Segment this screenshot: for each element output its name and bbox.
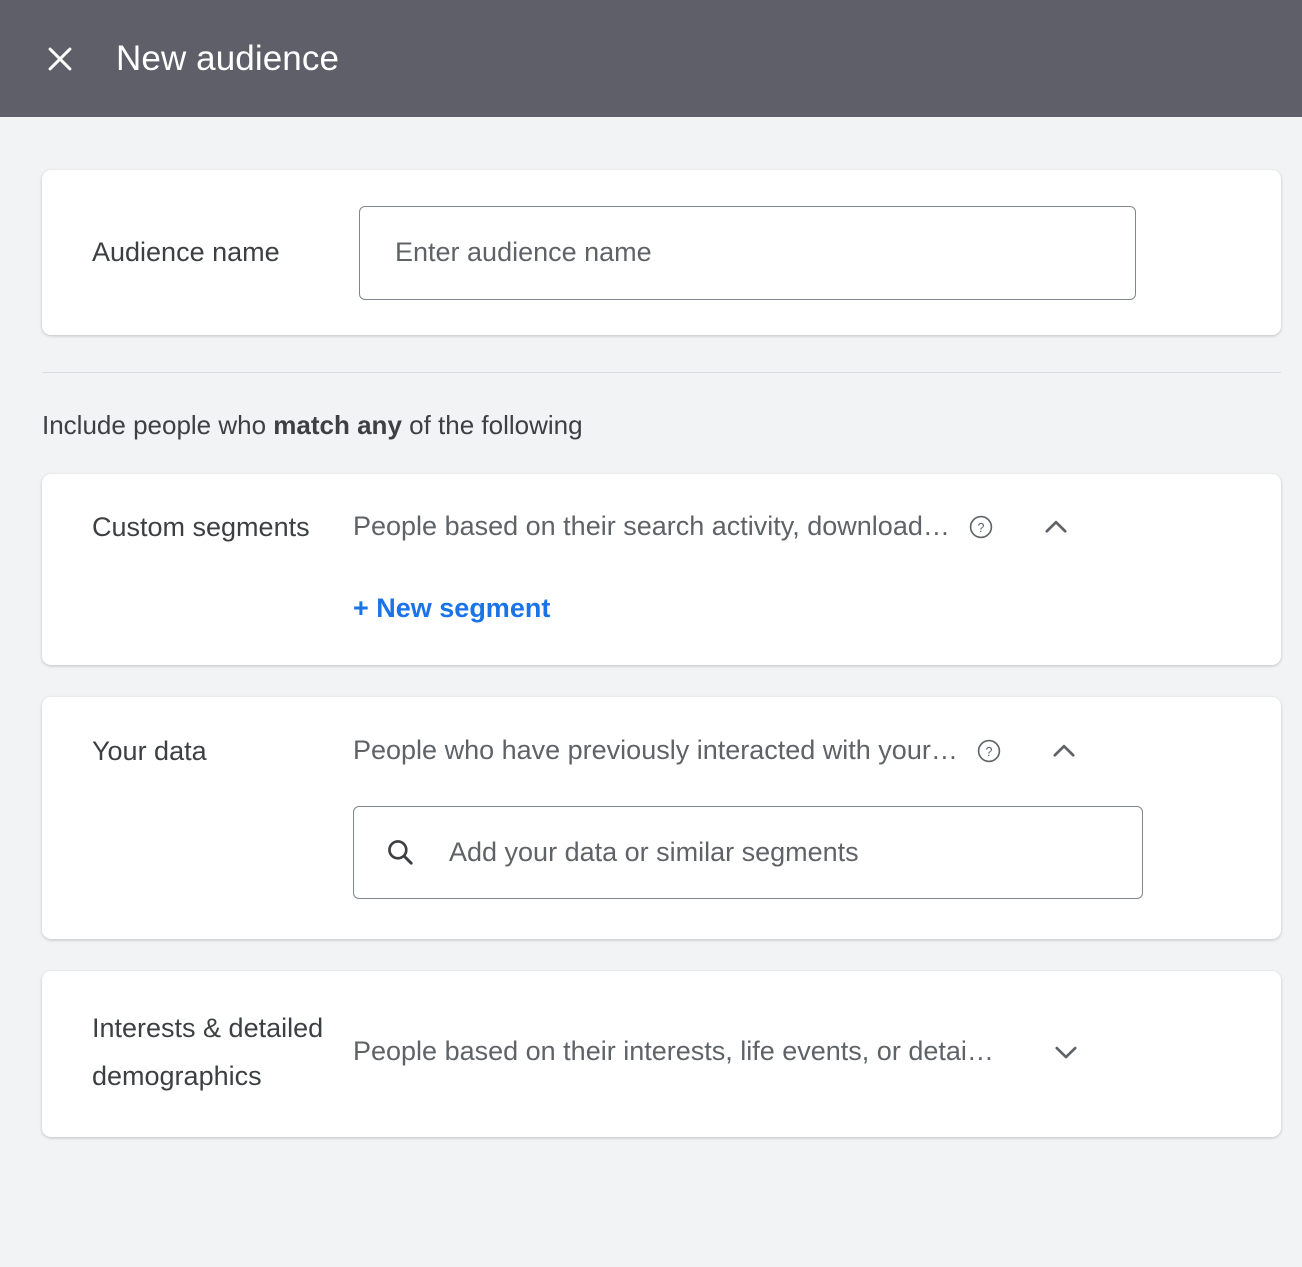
audience-name-card: Audience name Enter audience name: [42, 170, 1281, 335]
audience-name-input[interactable]: Enter audience name: [359, 206, 1136, 300]
new-segment-link[interactable]: + New segment: [353, 595, 550, 622]
chevron-down-icon[interactable]: [1049, 1035, 1083, 1069]
section-desc-row: People based on their interests, life ev…: [353, 1028, 1281, 1076]
section-description-your-data: People who have previously interacted wi…: [353, 734, 958, 766]
section-header-row: Custom segments People based on their se…: [42, 503, 1281, 622]
section-body-custom-segments: People based on their search activity, d…: [353, 503, 1281, 622]
section-header-row: Interests & detailed demographics People…: [42, 1004, 1281, 1100]
section-divider: [42, 372, 1281, 373]
section-desc-row: People based on their search activity, d…: [353, 503, 1281, 551]
help-circle-icon[interactable]: ?: [976, 738, 1002, 764]
spacer: [42, 899, 1281, 939]
help-circle-icon[interactable]: ?: [968, 514, 994, 540]
svg-text:?: ?: [985, 744, 992, 758]
svg-text:?: ?: [977, 520, 984, 534]
spacer: [42, 474, 1281, 503]
section-title-custom-segments: Custom segments: [92, 503, 353, 551]
new-audience-dialog: New audience Audience name Enter audienc…: [0, 0, 1302, 1267]
section-description-custom-segments: People based on their search activity, d…: [353, 510, 950, 542]
match-rule-emphasis: match any: [273, 410, 402, 440]
your-data-search-placeholder: Add your data or similar segments: [449, 839, 859, 866]
dialog-header: New audience: [0, 0, 1302, 117]
match-rule-text: Include people who match any of the foll…: [42, 409, 1302, 442]
section-custom-segments[interactable]: Custom segments People based on their se…: [42, 474, 1281, 665]
chevron-up-icon[interactable]: [1039, 510, 1073, 544]
section-body-your-data: People who have previously interacted wi…: [353, 727, 1281, 899]
section-interests-demographics[interactable]: Interests & detailed demographics People…: [42, 971, 1281, 1137]
section-header-row: Your data People who have previously int…: [42, 727, 1281, 899]
chevron-up-icon[interactable]: [1047, 734, 1081, 768]
audience-name-label: Audience name: [92, 236, 359, 270]
page-title: New audience: [116, 41, 339, 76]
your-data-search-input[interactable]: Add your data or similar segments: [353, 806, 1143, 899]
spacer: [42, 697, 1281, 727]
audience-name-placeholder: Enter audience name: [395, 239, 652, 266]
section-body-interests-demographics: People based on their interests, life ev…: [353, 1028, 1281, 1076]
match-rule-prefix: Include people who: [42, 410, 273, 440]
spacer: [42, 1100, 1281, 1137]
section-title-interests-demographics: Interests & detailed demographics: [92, 1004, 353, 1100]
match-rule-suffix: of the following: [402, 410, 583, 440]
section-your-data[interactable]: Your data People who have previously int…: [42, 697, 1281, 939]
section-desc-row: People who have previously interacted wi…: [353, 727, 1281, 775]
search-icon: [384, 836, 416, 868]
close-button[interactable]: [38, 37, 82, 81]
close-icon: [43, 42, 77, 76]
section-title-your-data: Your data: [92, 727, 353, 775]
dialog-body: Audience name Enter audience name Includ…: [0, 117, 1302, 1137]
section-description-interests-demographics: People based on their interests, life ev…: [353, 1035, 994, 1067]
spacer: [42, 622, 1281, 665]
spacer: [42, 971, 1281, 1004]
